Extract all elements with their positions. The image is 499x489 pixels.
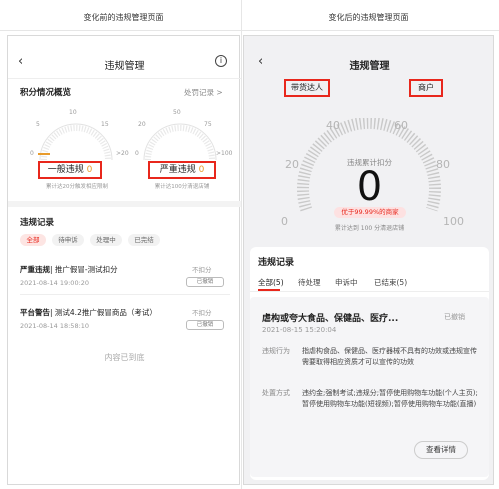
chip-completed[interactable]: 已完结 [128, 234, 160, 246]
gauge-tick: >20 [116, 150, 129, 157]
tab-pending[interactable]: 待处理 [298, 277, 321, 288]
record-time: 2021-08-15 15:20:04 [262, 326, 337, 334]
gauge-tick: 15 [101, 121, 109, 128]
gauge-tick: 60 [394, 119, 408, 132]
record-revoked-button[interactable]: 已撤销 [186, 277, 224, 287]
caption-before: 变化前的违规管理页面 [83, 13, 164, 22]
gauge-tick: 20 [138, 121, 146, 128]
tab-merchant[interactable]: 商户 [409, 79, 443, 97]
gauge-tick: 75 [204, 121, 212, 128]
general-gauge-indicator [38, 153, 50, 155]
general-violation-value: 0 [86, 165, 93, 175]
serious-gauge [143, 123, 217, 161]
records-title: 违规记录 [20, 218, 55, 228]
method-text: 违约金;强制考试;违规分;暂停使用购物车功能(个人主页);暂停使用购物车功能(短… [302, 389, 478, 408]
gauge-value: 0 [356, 164, 383, 210]
record-item[interactable]: 虐构或夸大食品、保健品、医疗... 已撤销 2021-08-15 15:20:0… [250, 297, 489, 477]
record-type: 严重违规 [20, 265, 50, 274]
serious-gauge-note: 累计达100分清退店铺 [154, 184, 210, 190]
tab-ended[interactable]: 已结束(5) [374, 277, 407, 288]
gauge-tick: 0 [30, 150, 34, 157]
method-label: 处置方式 [262, 389, 290, 397]
general-violation-label: 一般违规 0 [38, 161, 102, 179]
record-desc: | 推广假冒-测试扣分 [50, 265, 118, 274]
tab-all[interactable]: 全部(5) [258, 277, 284, 288]
record-divider [20, 294, 230, 295]
rank-badge: 优于99.99%的商家 [334, 207, 406, 218]
view-details-button[interactable]: 查看详情 [414, 441, 468, 459]
record-time: 2021-08-14 19:00:20 [20, 279, 90, 287]
serious-violation-label: 严重违规 0 [148, 161, 216, 179]
record-revoked-button[interactable]: 已撤销 [186, 320, 224, 330]
serious-violation-text: 严重违规 [159, 165, 196, 175]
overview-title: 积分情况概览 [20, 88, 72, 98]
record-status: 已撤销 [444, 313, 465, 321]
end-of-content: 内容已到底 [104, 353, 145, 362]
record-title: 虐构或夸大食品、保健品、医疗... [262, 314, 399, 324]
serious-violation-value: 0 [198, 165, 205, 175]
gauge-tick: 50 [173, 109, 181, 116]
tab-influencer[interactable]: 带货达人 [284, 79, 330, 97]
tab-appealing[interactable]: 申诉中 [335, 277, 358, 288]
record-time: 2021-08-14 18:58:10 [20, 322, 90, 330]
info-icon[interactable]: i [215, 55, 227, 67]
column-divider [241, 0, 242, 489]
record-status: 不扣分 [192, 266, 212, 274]
record-type: 平台警告 [20, 308, 50, 317]
behavior-label: 违规行为 [262, 347, 290, 355]
record-title[interactable]: 平台警告| 测试4.2推广假冒商品（考试） [20, 307, 157, 318]
chip-pending-appeal[interactable]: 待申诉 [52, 234, 84, 246]
gauge-tick: 10 [69, 109, 77, 116]
page-title: 违规管理 [349, 61, 390, 72]
general-gauge-note: 累计达20分触发相应限制 [46, 184, 108, 190]
behavior-text: 指虐构食品、保健品、医疗器械不具有的功效或违规宣传需要取得相应资质才可以宣传的功… [302, 347, 477, 366]
before-screen: ‹ 违规管理 i 积分情况概览 处罚记录 > 5 10 15 0 >20 一般违… [7, 35, 241, 485]
chip-all[interactable]: 全部 [20, 234, 46, 246]
record-status: 不扣分 [192, 309, 212, 317]
gauge-tick: 40 [326, 119, 340, 132]
gauge-tick: 0 [135, 150, 139, 157]
tabs-divider [250, 291, 489, 292]
gauge-note: 累计达到 100 分清退店铺 [334, 225, 405, 232]
gauge-tick: >100 [216, 150, 233, 157]
general-violation-text: 一般违规 [47, 165, 84, 175]
gauge-tick: 5 [36, 121, 40, 128]
record-desc: | 测试4.2推广假冒商品（考试） [50, 308, 157, 317]
records-title: 违规记录 [258, 258, 295, 268]
penalty-record-link[interactable]: 处罚记录 > [184, 87, 223, 98]
record-title[interactable]: 严重违规| 推广假冒-测试扣分 [20, 264, 118, 275]
after-screen: ‹ 违规管理 带货达人 商户 0 20 40 60 80 100 违规累计扣分 … [243, 35, 494, 485]
section-gap [8, 201, 241, 207]
caption-after: 变化后的违规管理页面 [328, 13, 409, 22]
page-title: 违规管理 [104, 61, 145, 72]
chip-processing[interactable]: 处理中 [90, 234, 122, 246]
header-divider [0, 30, 499, 31]
title-divider [8, 78, 241, 79]
records-card: 违规记录 全部(5) 待处理 申诉中 已结束(5) 虐构或夸大食品、保健品、医疗… [250, 247, 489, 480]
